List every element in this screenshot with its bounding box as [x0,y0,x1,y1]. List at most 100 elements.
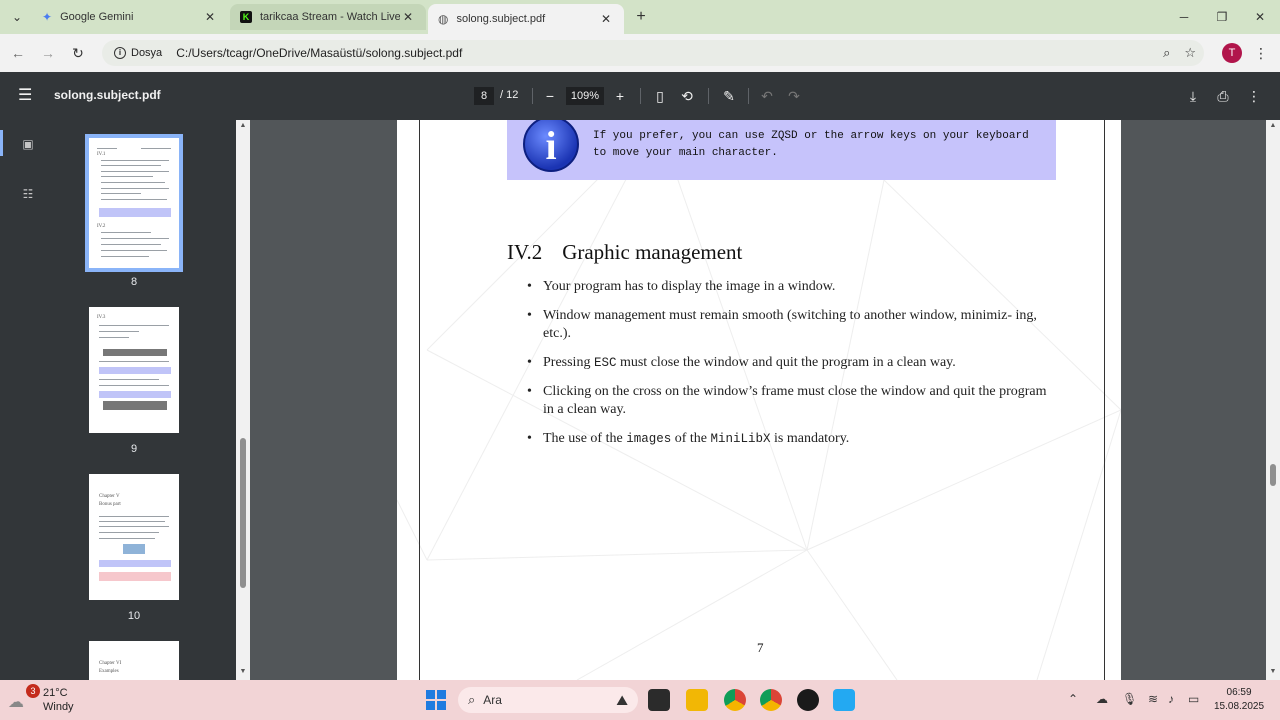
document-viewport[interactable]: i If you prefer, you can use ZQSD or the… [250,120,1266,680]
section-number: IV.2 [507,240,543,264]
chevron-up-icon[interactable]: ⌃ [1068,692,1078,706]
list-icon: ☷ [22,187,34,201]
section-heading: IV.2 Graphic management [507,240,742,265]
gemini-icon: ✦ [42,10,53,24]
task-view-icon[interactable] [648,689,670,711]
volume-icon[interactable]: ♪ [1168,692,1174,706]
text-span: Clicking on the cross on the window’s fr… [543,384,1047,417]
scroll-up-icon[interactable]: ▲ [238,122,248,132]
weather-condition: Windy [43,701,74,713]
thumbnail-scrollbar[interactable]: ▲ ▼ [236,120,250,680]
pdf-more-button[interactable]: ⋮ [1244,86,1264,106]
zoom-input[interactable]: 109% [566,87,604,105]
page-number-input[interactable]: 8 [474,87,494,105]
document-scrollbar[interactable]: ▲ ▼ [1266,120,1280,680]
globe-icon: ◍ [438,12,449,26]
tab-solong-pdf[interactable]: ◍ solong.subject.pdf ✕ [428,4,624,34]
url-text: C:/Users/tcagr/OneDrive/Masaüstü/solong.… [176,46,463,60]
arrow-right-icon: → [41,45,55,61]
weather-widget[interactable]: 21°C Windy [43,686,74,714]
tab-strip: ⌄ ✦ Google Gemini ✕ K tarikcaa Stream - … [0,0,1280,34]
site-info-chip[interactable]: i Dosya [106,43,170,63]
rotate-button[interactable]: ⟲ [677,86,697,106]
wifi-icon[interactable]: ≋ [1148,692,1158,706]
undo-icon: ↶ [761,88,773,104]
maximize-button[interactable]: ❐ [1206,6,1238,28]
separator [748,88,749,104]
battery-icon[interactable]: ▭ [1188,692,1199,706]
menu-button[interactable]: ☰ [18,86,36,106]
close-icon[interactable]: ✕ [202,10,218,24]
chrome-profile-icon[interactable] [760,689,782,711]
scroll-down-icon[interactable]: ▼ [238,668,248,678]
tab-kick-stream[interactable]: K tarikcaa Stream - Watch Live on ✕ [230,4,426,30]
code-span: ESC [593,356,617,370]
forward-button[interactable]: → [38,43,58,63]
fit-page-icon: ▯ [656,88,664,104]
annotate-button[interactable]: ✎ [719,86,739,106]
reload-icon: ↻ [72,45,84,61]
thumbnail-label: 8 [130,276,138,288]
taskbar-search-label: Ara [483,693,502,707]
undo-button[interactable]: ↶ [757,86,777,106]
scrollbar-thumb[interactable] [240,438,246,588]
close-icon[interactable]: ✕ [400,10,416,24]
clock[interactable]: 06:59 15.08.2025 [1214,686,1264,714]
taskbar-search[interactable]: ⌕ Ara ⛰ [458,687,638,713]
text-span: is mandatory. [770,431,850,446]
zoom-out-button[interactable]: − [540,86,560,106]
thumbnail-page-11[interactable]: Chapter VI Examples [89,641,179,680]
redo-button[interactable]: ↷ [784,86,804,106]
profile-avatar[interactable]: T [1222,43,1242,63]
vscode-icon[interactable] [833,689,855,711]
minimize-button[interactable]: ─ [1168,6,1200,28]
more-vert-icon: ⋮ [1254,45,1268,61]
fit-page-button[interactable]: ▯ [650,86,670,106]
outline-view-button[interactable]: ☷ [20,186,36,202]
requirements-list: Your program has to display the image in… [507,278,1057,459]
address-bar[interactable]: i Dosya C:/Users/tcagr/OneDrive/Masaüstü… [102,40,1204,66]
download-button[interactable]: ⤓ [1183,86,1203,106]
print-button[interactable]: ⎙ [1213,86,1233,106]
microphone-icon[interactable]: 🎙 [1122,692,1137,706]
info-callout-text: If you prefer, you can use ZQSD or the a… [593,130,1029,159]
thumbnail-page-9[interactable]: IV.3 [89,307,179,433]
chrome-icon[interactable] [724,689,746,711]
onedrive-icon[interactable]: ☁ [1096,692,1108,706]
scroll-up-icon[interactable]: ▲ [1268,122,1278,132]
zoom-icon[interactable]: ⌕ [1163,45,1170,61]
text-span: The use of the [543,431,627,446]
close-icon[interactable]: ✕ [598,12,614,26]
scrollbar-thumb[interactable] [1270,464,1276,486]
download-icon: ⤓ [1189,88,1197,104]
sidebar-rail: ▣ ☷ [0,120,56,680]
app-icon[interactable] [797,689,819,711]
star-icon[interactable]: ☆ [1184,45,1196,61]
file-explorer-icon[interactable] [686,689,708,711]
time: 06:59 [1226,687,1252,698]
thumbnail-page-10[interactable]: Chapter V Bonus part [89,474,179,600]
section-title: Graphic management [562,240,743,264]
zoom-in-button[interactable]: + [610,86,630,106]
reload-button[interactable]: ↻ [68,43,88,63]
taskbar: ☁ 3 21°C Windy ⌕ Ara ⛰ ⌃ ☁ 🎙 ≋ ♪ ▭ 06:59… [0,680,1280,720]
scroll-down-icon[interactable]: ▼ [1268,668,1278,678]
tab-search-button[interactable]: ⌄ [6,6,28,28]
chevron-down-icon: ⌄ [11,10,23,24]
text-span: Window management must remain smooth (sw… [543,308,1037,341]
close-window-button[interactable]: ✕ [1244,6,1276,28]
notification-badge: 3 [26,684,40,698]
thumbnail-page-8[interactable]: IV.1 IV.2 [85,134,183,272]
code-span: images [626,432,672,446]
tab-title: Google Gemini [60,11,134,23]
image-icon: ▣ [22,137,34,151]
search-icon: ⌕ [468,692,476,707]
windows-start-icon[interactable] [426,690,446,710]
new-tab-button[interactable]: + [632,8,650,26]
plus-icon: + [615,88,625,104]
kick-icon: K [240,11,252,23]
thumbnails-view-button[interactable]: ▣ [20,136,36,152]
tab-google-gemini[interactable]: ✦ Google Gemini ✕ [32,4,228,30]
browser-menu-button[interactable]: ⋮ [1254,44,1268,62]
back-button[interactable]: ← [8,43,28,63]
